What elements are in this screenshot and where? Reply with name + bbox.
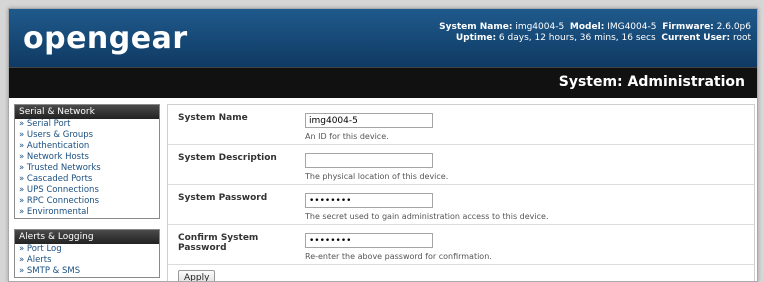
form-row-system-description: System Description The physical location… xyxy=(168,145,754,185)
firmware-label: Firmware: xyxy=(662,22,714,32)
sidebar-group-serial-network: Serial & Network » Serial Port » Users &… xyxy=(14,104,160,219)
system-description-help: The physical location of this device. xyxy=(305,172,449,181)
system-password-help: The secret used to gain administration a… xyxy=(305,212,549,221)
sidebar-item-alerts[interactable]: » Alerts xyxy=(15,255,159,266)
sidebar-group-alerts-logging: Alerts & Logging » Port Log » Alerts » S… xyxy=(14,229,160,278)
system-description-field-label: System Description xyxy=(178,153,277,163)
sidebar-item-ups-connections[interactable]: » UPS Connections xyxy=(15,185,159,196)
system-password-input[interactable] xyxy=(305,193,433,208)
sidebar-item-users-groups[interactable]: » Users & Groups xyxy=(15,130,159,141)
system-name-label: System Name: xyxy=(439,22,513,32)
uptime-label: Uptime: xyxy=(455,33,497,43)
sidebar-item-serial-port[interactable]: » Serial Port xyxy=(15,119,159,130)
apply-button[interactable]: Apply xyxy=(178,270,216,281)
confirm-password-help: Re-enter the above password for confirma… xyxy=(305,252,492,261)
system-name-input[interactable] xyxy=(305,113,433,128)
admin-form: System Name An ID for this device. Syste… xyxy=(167,104,755,281)
system-name-field-label: System Name xyxy=(178,113,248,123)
sidebar-item-cascaded-ports[interactable]: » Cascaded Ports xyxy=(15,174,159,185)
sidebar-item-trusted-networks[interactable]: » Trusted Networks xyxy=(15,163,159,174)
window-frame: opengear System Name: img4004-5 Model: I… xyxy=(8,8,758,282)
system-info-line-2: Uptime: 6 days, 12 hours, 36 mins, 16 se… xyxy=(439,33,751,44)
sidebar-item-authentication[interactable]: » Authentication xyxy=(15,141,159,152)
model-value: IMG4004-5 xyxy=(607,22,657,32)
sidebar-item-network-hosts[interactable]: » Network Hosts xyxy=(15,152,159,163)
title-bar: System: Administration xyxy=(9,67,757,98)
form-row-confirm-password: Confirm System Password Re-enter the abo… xyxy=(168,225,754,265)
sidebar-group-title: Alerts & Logging xyxy=(15,230,159,244)
sidebar-item-port-log[interactable]: » Port Log xyxy=(15,244,159,255)
sidebar: Serial & Network » Serial Port » Users &… xyxy=(14,104,160,281)
form-row-system-password: System Password The secret used to gain … xyxy=(168,185,754,225)
system-password-field-label: System Password xyxy=(178,193,268,203)
uptime-value: 6 days, 12 hours, 36 mins, 16 secs xyxy=(498,33,656,43)
system-description-input[interactable] xyxy=(305,153,433,168)
system-name-help: An ID for this device. xyxy=(305,132,389,141)
page-title: System: Administration xyxy=(558,74,745,90)
form-row-system-name: System Name An ID for this device. xyxy=(168,105,754,145)
current-user-label: Current User: xyxy=(661,33,731,43)
system-info: System Name: img4004-5 Model: IMG4004-5 … xyxy=(439,22,751,44)
system-info-line-1: System Name: img4004-5 Model: IMG4004-5 … xyxy=(439,22,751,33)
current-user-value: root xyxy=(732,33,751,43)
firmware-value: 2.6.0p6 xyxy=(716,22,751,32)
sidebar-item-rpc-connections[interactable]: » RPC Connections xyxy=(15,196,159,207)
system-name-value: img4004-5 xyxy=(515,22,565,32)
model-label: Model: xyxy=(569,22,605,32)
sidebar-group-title: Serial & Network xyxy=(15,105,159,119)
confirm-password-field-label: Confirm System Password xyxy=(178,233,259,253)
sidebar-item-smtp-sms[interactable]: » SMTP & SMS xyxy=(15,266,159,277)
logo: opengear xyxy=(23,21,188,56)
sidebar-item-environmental[interactable]: » Environmental xyxy=(15,207,159,218)
confirm-password-input[interactable] xyxy=(305,233,433,248)
header-bar: opengear System Name: img4004-5 Model: I… xyxy=(9,9,757,67)
